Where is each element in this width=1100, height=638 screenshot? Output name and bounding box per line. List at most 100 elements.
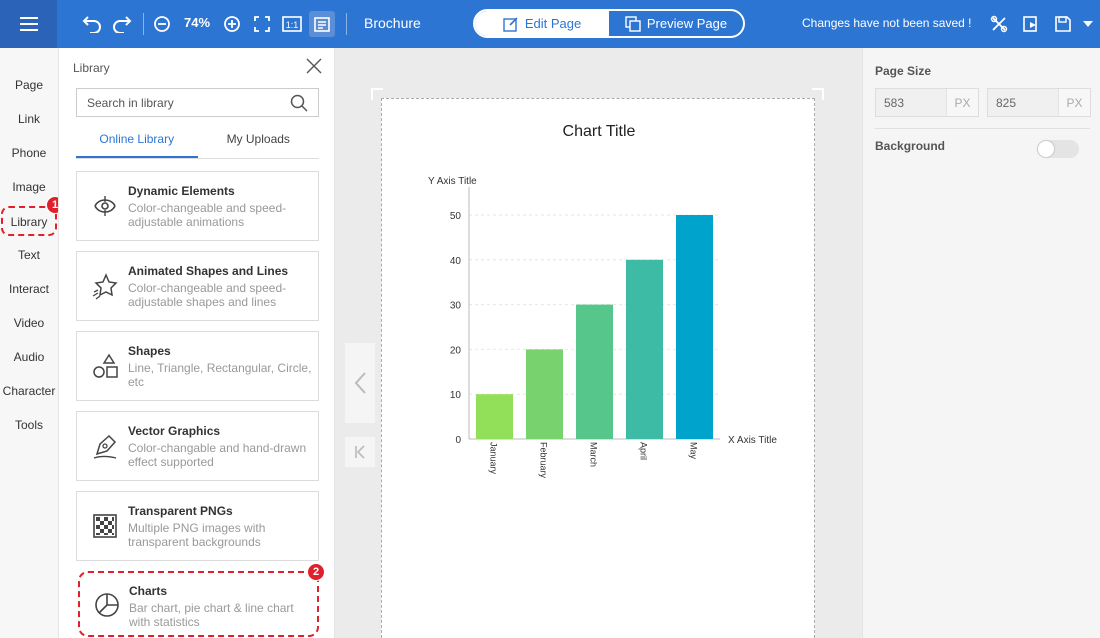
card-title: Animated Shapes and Lines	[128, 264, 289, 278]
x-tick-label: March	[589, 442, 599, 467]
actual-size-button[interactable]: 1:1	[280, 12, 304, 36]
card-title: Dynamic Elements	[128, 184, 235, 198]
library-card-vector-graphics[interactable]: Vector Graphics Color-changable and hand…	[76, 411, 319, 481]
tab-my-uploads[interactable]: My Uploads	[198, 126, 320, 158]
left-nav: Page Link Phone Image Library 1 Text Int…	[0, 48, 64, 638]
library-search-input[interactable]	[77, 89, 277, 116]
document-title[interactable]: Brochure	[364, 15, 421, 31]
y-tick-label: 10	[450, 390, 462, 401]
search-icon[interactable]	[290, 94, 308, 112]
y-tick-label: 0	[455, 435, 461, 446]
background-label: Background	[875, 139, 946, 153]
preview-icon	[625, 15, 641, 32]
x-axis-title: X Axis Title	[728, 435, 777, 446]
page-canvas[interactable]: Chart Title 0 10 20 30 40 50 Y Axis Title X Axi…	[381, 98, 815, 638]
tab-online-library[interactable]: Online Library	[76, 126, 198, 158]
card-description: Color-changeable and speed-adjustable sh…	[128, 281, 287, 309]
fullscreen-icon	[254, 16, 270, 32]
toolbar-divider	[346, 13, 347, 35]
vector-graphics-icon	[93, 434, 117, 459]
nav-item-image[interactable]: Image	[0, 180, 58, 194]
page-height-input[interactable]	[988, 89, 1060, 116]
settings-button[interactable]	[987, 12, 1011, 36]
bar	[576, 304, 613, 439]
page-width-input[interactable]	[876, 89, 948, 116]
y-tick-label: 50	[450, 211, 462, 222]
card-title: Shapes	[128, 344, 171, 358]
edit-icon	[503, 16, 518, 32]
bar	[676, 215, 713, 439]
more-dropdown-button[interactable]	[1080, 12, 1096, 36]
transparent-png-icon	[93, 514, 117, 538]
zoom-in-icon	[224, 16, 240, 32]
card-title: Vector Graphics	[128, 424, 221, 438]
x-tick-label: February	[539, 442, 549, 479]
page-width-field: PX	[875, 88, 979, 117]
nav-item-character[interactable]: Character	[0, 384, 58, 398]
properties-panel: Page Size PX PX Background	[862, 48, 1100, 638]
save-icon	[1055, 16, 1071, 32]
pie-chart-icon	[95, 593, 119, 617]
nav-item-text[interactable]: Text	[0, 248, 58, 262]
library-card-shapes[interactable]: Shapes Line, Triangle, Rectangular, Circ…	[76, 331, 319, 401]
fullscreen-button[interactable]	[250, 12, 274, 36]
bar	[626, 259, 663, 439]
library-panel: Library Online Library My Uploads Dynami…	[58, 48, 335, 638]
toolbar-divider	[143, 13, 144, 35]
undo-button[interactable]	[80, 12, 104, 36]
undo-icon	[82, 16, 101, 33]
first-page-icon	[355, 445, 365, 459]
nav-item-tools[interactable]: Tools	[0, 418, 58, 432]
bar	[476, 394, 513, 439]
library-card-dynamic-elements[interactable]: Dynamic Elements Color-changeable and sp…	[76, 171, 319, 241]
x-tick-label: April	[639, 442, 649, 460]
card-description: Line, Triangle, Rectangular, Circle, etc	[128, 361, 312, 389]
page-settings-icon	[314, 17, 330, 32]
y-tick-label: 20	[450, 345, 462, 356]
bar	[526, 349, 563, 439]
bar-chart[interactable]: 0 10 20 30 40 50 Y Axis Title X Axis Title Janua…	[382, 99, 816, 519]
nav-item-video[interactable]: Video	[0, 316, 58, 330]
tools-icon	[990, 15, 1008, 33]
mode-toggle: Edit Page Preview Page	[473, 9, 745, 38]
redo-button[interactable]	[110, 12, 134, 36]
svg-text:1:1: 1:1	[286, 20, 299, 30]
zoom-out-button[interactable]	[150, 12, 174, 36]
library-tabs: Online Library My Uploads	[76, 126, 319, 159]
redo-icon	[113, 16, 132, 33]
preview-page-button[interactable]: Preview Page	[609, 11, 743, 36]
caret-down-icon	[1083, 21, 1093, 27]
y-axis-title: Y Axis Title	[428, 176, 477, 187]
first-page-button[interactable]	[345, 437, 375, 467]
page-settings-button[interactable]	[309, 11, 335, 37]
zoom-in-button[interactable]	[220, 12, 244, 36]
divider	[875, 128, 1090, 129]
y-tick-label: 30	[450, 301, 462, 312]
previous-page-button[interactable]	[345, 343, 375, 423]
close-library-button[interactable]	[305, 57, 323, 75]
library-card-transparent-pngs[interactable]: Transparent PNGs Multiple PNG images wit…	[76, 491, 319, 561]
hamburger-menu-button[interactable]	[0, 0, 57, 48]
zoom-level: 74%	[184, 15, 211, 30]
library-panel-title: Library	[73, 61, 110, 75]
library-card-animated-shapes[interactable]: Animated Shapes and Lines Color-changeab…	[76, 251, 319, 321]
x-tick-label: January	[489, 442, 499, 475]
nav-item-page[interactable]: Page	[0, 78, 58, 92]
edit-page-label: Edit Page	[524, 16, 582, 31]
publish-button[interactable]	[1019, 12, 1043, 36]
publish-icon	[1023, 16, 1037, 32]
preview-page-label: Preview Page	[646, 16, 728, 31]
save-status: Changes have not been saved !	[802, 16, 972, 30]
background-toggle[interactable]	[1037, 140, 1079, 158]
nav-item-phone[interactable]: Phone	[0, 146, 58, 160]
edit-page-button[interactable]: Edit Page	[475, 11, 609, 36]
nav-item-link[interactable]: Link	[0, 112, 58, 126]
page-height-field: PX	[987, 88, 1091, 117]
nav-item-interact[interactable]: Interact	[0, 282, 58, 296]
library-card-charts[interactable]: Charts Bar chart, pie chart & line chart…	[78, 571, 319, 637]
actual-size-icon: 1:1	[282, 16, 302, 32]
nav-item-audio[interactable]: Audio	[0, 350, 58, 364]
save-button[interactable]	[1051, 12, 1075, 36]
card-description: Bar chart, pie chart & line chart with s…	[129, 601, 294, 629]
unit-label: PX	[946, 89, 978, 116]
